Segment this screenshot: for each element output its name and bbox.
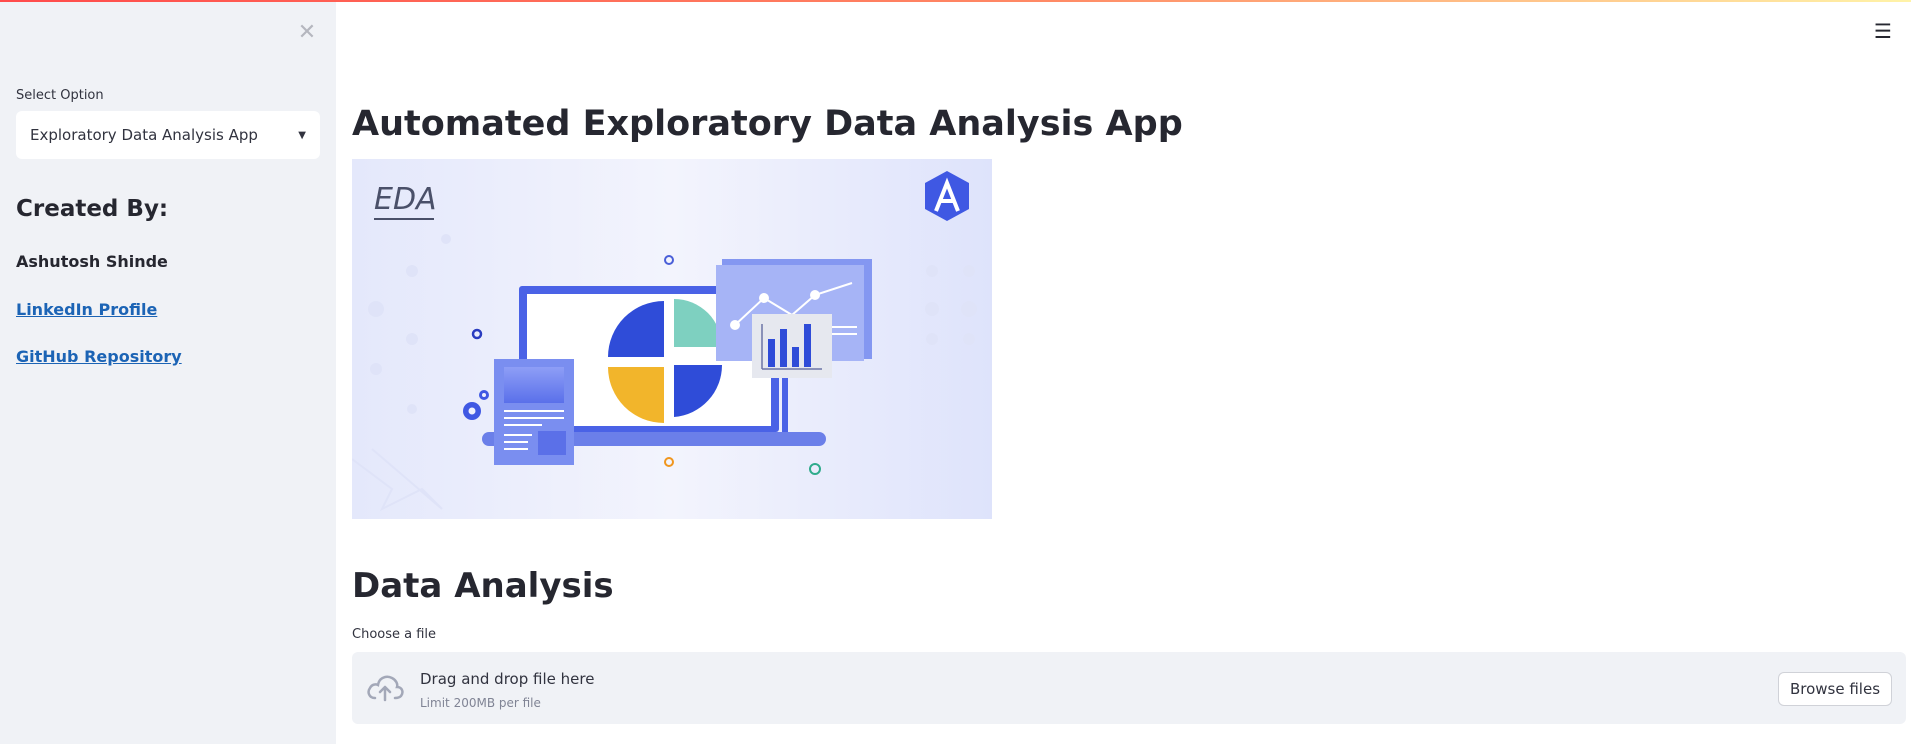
- select-value: Exploratory Data Analysis App: [30, 126, 258, 144]
- banner-eda-text: EDA: [374, 182, 437, 217]
- option-select[interactable]: Exploratory Data Analysis App ▼: [16, 111, 320, 159]
- author-name: Ashutosh Shinde: [16, 252, 168, 271]
- file-size-limit: Limit 200MB per file: [420, 696, 541, 710]
- cloud-upload-icon: [367, 675, 404, 702]
- created-by-heading: Created By:: [16, 196, 169, 222]
- page-title: Automated Exploratory Data Analysis App: [352, 104, 1183, 144]
- github-link[interactable]: GitHub Repository: [16, 347, 182, 366]
- linkedin-link[interactable]: LinkedIn Profile: [16, 300, 157, 319]
- browse-files-button[interactable]: Browse files: [1778, 672, 1892, 706]
- file-uploader-label: Choose a file: [352, 627, 437, 642]
- file-dropzone[interactable]: Drag and drop file here Limit 200MB per …: [352, 652, 1906, 724]
- hamburger-menu-icon[interactable]: ☰: [1870, 18, 1896, 44]
- caret-down-icon: ▼: [298, 130, 306, 141]
- section-title: Data Analysis: [352, 566, 614, 606]
- select-option-label: Select Option: [16, 88, 104, 103]
- drop-instructions: Drag and drop file here: [420, 670, 595, 688]
- close-sidebar-icon[interactable]: ✕: [294, 20, 320, 46]
- eda-banner-image: EDA: [351, 159, 992, 519]
- sidebar: ✕ Select Option Exploratory Data Analysi…: [0, 2, 336, 744]
